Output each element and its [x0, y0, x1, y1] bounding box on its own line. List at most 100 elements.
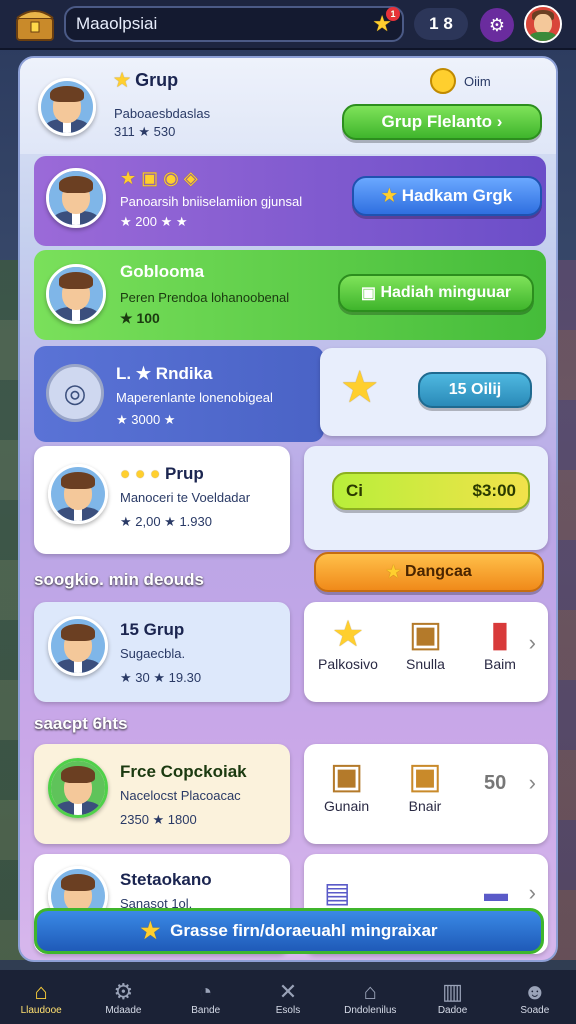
- star-icon: ★: [140, 918, 161, 943]
- star-icon: ★: [114, 70, 131, 90]
- price-card: Ci $3:00: [304, 446, 548, 550]
- settings-gear-icon[interactable]: ⚙: [480, 8, 514, 42]
- card-title: Frce Copckoiak: [120, 762, 247, 781]
- row-title: Panoarsih bniiselamiion gjunsal: [120, 194, 303, 209]
- card-subtitle: Sugaecbla.: [120, 646, 186, 661]
- row-meta: ★ 3000 ★: [116, 412, 176, 427]
- member-avatar: [48, 616, 108, 676]
- ticket-icon[interactable]: ▬: [484, 880, 508, 908]
- row-title: L. ★ Rndika: [116, 364, 213, 383]
- row-subtitle: Peren Prendoa lohanoobenal: [120, 290, 290, 305]
- list-item[interactable]: ◎ L. ★ Rndika Maperenlante lonenobigeal …: [34, 346, 324, 442]
- nav-label: Esols: [275, 1004, 301, 1016]
- row-action-button[interactable]: ▣ Hadiah minguuar: [338, 274, 534, 312]
- group-card[interactable]: 15 Grup Sugaecbla. ★ 30 ★ 19.30: [34, 602, 290, 702]
- claim-reward-button[interactable]: ★ Grasse firn/doraeuahl mingraixar: [34, 908, 544, 954]
- shop-item[interactable]: ▣ Snulla: [406, 612, 445, 672]
- shop-item-label: Baim: [484, 656, 516, 672]
- row-subtitle: Maperenlante lonenobigeal: [116, 390, 273, 405]
- chevron-right-icon[interactable]: ›: [529, 770, 536, 796]
- group-action-button[interactable]: Grup Flelanto ›: [342, 104, 542, 140]
- nav-item-settings[interactable]: ⚙ Mdaade: [82, 970, 164, 1024]
- section-title: saacpt 6hts: [34, 714, 128, 733]
- card-meta: 2350 ★ 1800: [120, 812, 197, 827]
- group-action-label: Grup Flelanto: [381, 112, 493, 131]
- nav-item-tools[interactable]: ✕ Esols: [247, 970, 329, 1024]
- member-avatar: [46, 264, 106, 324]
- nav-item-profile[interactable]: ☻ Soade: [494, 970, 576, 1024]
- list-item[interactable]: ★ ▣ ◉ ◈ Panoarsih bniiselamiion gjunsal …: [34, 156, 546, 246]
- member-avatar: [48, 758, 108, 818]
- user-avatar[interactable]: [524, 5, 562, 43]
- row-meta: ★ 200 ★ ★: [120, 214, 188, 229]
- card-meta: ★ 30 ★ 19.30: [120, 670, 202, 685]
- chat-icon: ◔: [199, 978, 213, 1004]
- chevron-right-icon[interactable]: ›: [529, 880, 536, 906]
- group-title: Grup: [135, 70, 179, 90]
- shop-card: ▣ Gunain ▣ Bnair 50 ›: [304, 744, 548, 844]
- chevron-right-icon[interactable]: ›: [529, 630, 536, 656]
- card-subtitle: Nacelocst Placoacac: [120, 788, 241, 803]
- group-header: ★ Grup Paboaesbdaslas 311 ★ 530 Oiim Gru…: [20, 58, 556, 154]
- shop-item-label: Gunain: [324, 798, 370, 814]
- shop-item[interactable]: ▮ Baim: [484, 612, 516, 672]
- group-panel: ★ Grup Paboaesbdaslas 311 ★ 530 Oiim Gru…: [18, 56, 558, 962]
- profile-icon: ☻: [523, 978, 547, 1004]
- gear-icon: ⚙: [113, 978, 134, 1004]
- free-card[interactable]: Frce Copckoiak Nacelocst Placoacac 2350 …: [34, 744, 290, 844]
- list-item[interactable]: Goblooma Peren Prendoa lohanoobenal ★ 10…: [34, 250, 546, 340]
- gift-icon[interactable]: ▤: [324, 876, 350, 909]
- member-avatar: [48, 464, 108, 524]
- book-icon: ▥: [442, 978, 463, 1004]
- house-icon: ⌂: [363, 978, 377, 1004]
- star-icon: ★: [381, 186, 397, 205]
- header-info: Oiim: [464, 73, 491, 89]
- nav-item-house[interactable]: ⌂ Dndolenilus: [329, 970, 411, 1024]
- row-action-button[interactable]: ★ Hadkam Grgk: [352, 176, 542, 216]
- nav-label: Dadoe: [437, 1004, 468, 1016]
- treasure-chest-icon[interactable]: [14, 4, 56, 44]
- star-icon: ★: [340, 363, 380, 412]
- nav-label: Dndolenilus: [344, 1004, 397, 1016]
- top-bar: Maaolpsiai ★ 1 1 8 ⚙: [0, 0, 576, 50]
- notification-badge: 1: [386, 7, 400, 21]
- home-icon: ⌂: [34, 978, 48, 1004]
- chest-icon: ▣: [408, 755, 443, 796]
- nav-item-book[interactable]: ▥ Dadoe: [411, 970, 493, 1024]
- group-avatar[interactable]: [38, 78, 96, 136]
- reward-card[interactable]: ★ 15 Oilij: [320, 348, 546, 436]
- shop-item-label: Snulla: [406, 656, 445, 672]
- card-title: Stetaokano: [120, 870, 212, 889]
- section-title: soogkio. min deouds: [34, 570, 205, 589]
- nav-item-chat[interactable]: ◔ Bande: [165, 970, 247, 1024]
- group-stats: 311 ★ 530: [114, 124, 176, 139]
- nav-item-home[interactable]: ⌂ Llaudooe: [0, 970, 82, 1024]
- shop-item[interactable]: ▣ Gunain: [324, 754, 369, 814]
- prup-card[interactable]: ● ● ● Prup Manoceri te Voeldadar ★ 2,00 …: [34, 446, 290, 554]
- bottom-nav: ⌂ Llaudooe ⚙ Mdaade ◔ Bande ✕ Esols ⌂ Dn…: [0, 970, 576, 1024]
- search-value: Maaolpsiai: [76, 14, 158, 33]
- shop-value: 50: [484, 772, 507, 794]
- coin-icon: [430, 68, 456, 94]
- chest-icon: ▣: [408, 613, 443, 654]
- star-icon[interactable]: ★ 1: [372, 7, 400, 37]
- card-subtitle: Manoceri te Voeldadar: [120, 490, 251, 505]
- shop-card: ★ Palkosivo ▣ Snulla ▮ Baim ›: [304, 602, 548, 702]
- row-action-label: Hadkam Grgk: [401, 186, 513, 205]
- coin-icons: ● ● ●: [120, 464, 161, 483]
- tools-icon: ✕: [278, 978, 298, 1004]
- currency-counter[interactable]: 1 8: [414, 8, 468, 40]
- chest-icon: ▣: [329, 755, 364, 796]
- cup-icon: ▮: [490, 613, 510, 654]
- shop-item[interactable]: ▣ Bnair: [408, 754, 442, 814]
- reward-button[interactable]: 15 Oilij: [418, 372, 532, 408]
- orange-action-button[interactable]: ★ Dangcaa: [314, 552, 544, 592]
- search-input[interactable]: Maaolpsiai ★ 1: [64, 6, 404, 42]
- card-title: Prup: [165, 464, 204, 483]
- member-avatar: [46, 168, 106, 228]
- price-left: Ci: [346, 481, 363, 500]
- card-meta: ★ 2,00 ★ 1.930: [120, 514, 212, 529]
- price-button[interactable]: Ci $3:00: [332, 472, 530, 510]
- star-icon: ★: [331, 613, 365, 654]
- shop-item[interactable]: ★ Palkosivo: [318, 612, 378, 672]
